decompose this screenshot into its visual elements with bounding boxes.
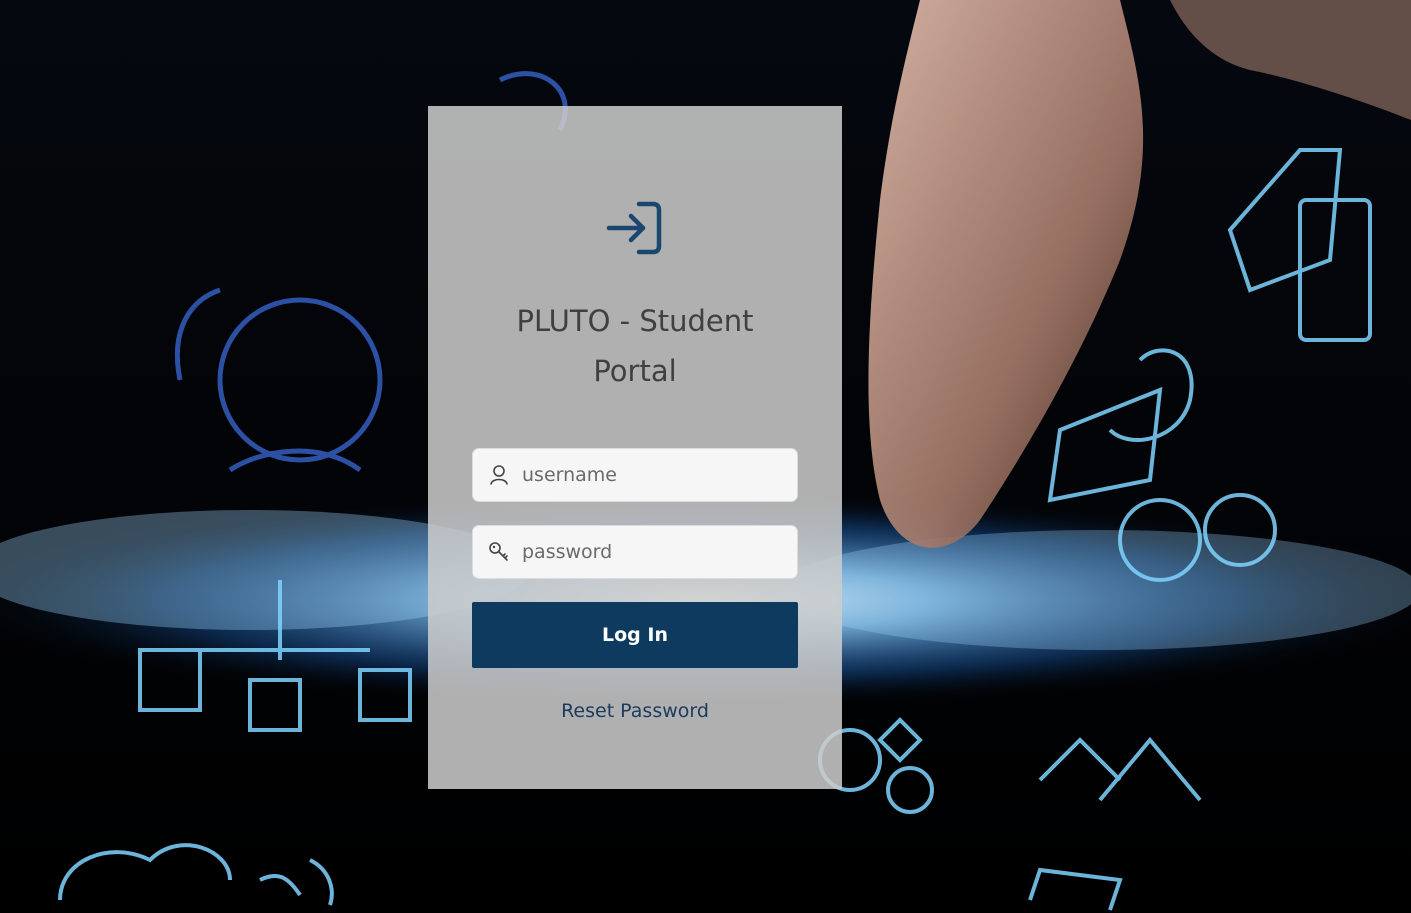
login-arrow-icon [603,196,667,260]
login-button[interactable]: Log In [472,602,798,668]
login-card: PLUTO - Student Portal Log In Reset Pass… [428,106,842,789]
user-icon [488,464,510,486]
key-icon [488,541,510,563]
page-title: PLUTO - Student Portal [428,296,842,396]
password-input[interactable] [522,541,772,563]
title-line-2: Portal [593,354,677,388]
password-field[interactable] [472,525,798,579]
title-line-1: PLUTO - Student [516,304,754,338]
reset-password-link[interactable]: Reset Password [428,700,842,722]
username-input[interactable] [522,464,772,486]
username-field[interactable] [472,448,798,502]
